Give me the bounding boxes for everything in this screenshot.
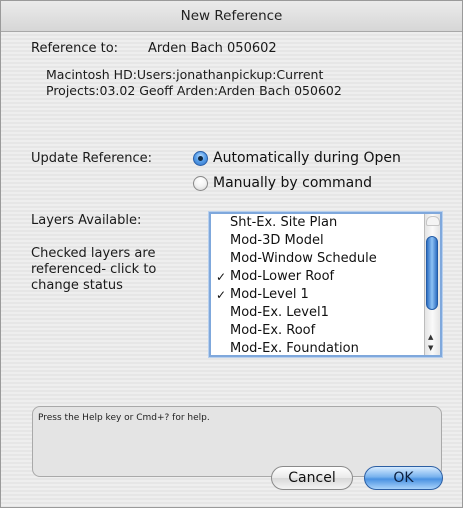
update-reference-label: Update Reference: [31, 151, 153, 166]
layer-item-label: Mod-3D Model [230, 233, 324, 248]
new-reference-dialog: New Reference Reference to: Arden Bach 0… [0, 0, 463, 508]
title-bar[interactable]: New Reference [1, 1, 462, 32]
layer-item-label: Mod-Ex. Foundation [230, 341, 359, 356]
layers-list[interactable]: Sht-Ex. Site Plan Mod-3D Model Mod-Windo… [209, 212, 442, 357]
scroll-up-arrow-icon[interactable]: ▲ [428, 333, 433, 341]
layer-item-label: Mod-Level 1 [230, 287, 309, 302]
reference-path-line1: Macintosh HD:Users:jonathanpickup:Curren… [46, 67, 324, 82]
cancel-button[interactable]: Cancel [271, 466, 353, 490]
layers-available-label: Layers Available: [31, 213, 142, 228]
checkmark-icon: ✓ [216, 288, 227, 302]
scroll-down-arrow-icon[interactable]: ▼ [428, 344, 433, 352]
scroll-track-cap [426, 216, 440, 226]
layer-item-label: Mod-Ex. Level1 [230, 305, 329, 320]
layer-item-sht-ex-site-plan[interactable]: Sht-Ex. Site Plan [211, 214, 440, 232]
layer-item-mod-ex-foundation[interactable]: Mod-Ex. Foundation [211, 340, 440, 356]
layer-item-label: Mod-Window Schedule [230, 251, 377, 266]
layer-item-mod-level-1[interactable]: ✓ Mod-Level 1 [211, 286, 440, 304]
ok-button[interactable]: OK [364, 466, 443, 490]
radio-unselected-icon [193, 175, 208, 191]
layers-scrollbar[interactable]: ▲ ▼ [424, 214, 440, 355]
dialog-body: Reference to: Arden Bach 050602 Macintos… [1, 32, 462, 507]
layer-item-mod-window-schedule[interactable]: Mod-Window Schedule [211, 250, 440, 268]
layer-item-label: Mod-Lower Roof [230, 269, 335, 284]
layers-hint-line3: change status [31, 278, 123, 293]
layer-item-mod-3d-model[interactable]: Mod-3D Model [211, 232, 440, 250]
layers-hint-line1: Checked layers are [31, 246, 156, 261]
scroll-thumb[interactable] [426, 236, 438, 310]
layer-item-label: Mod-Ex. Roof [230, 323, 316, 338]
radio-manually-by-command[interactable]: Manually by command [193, 175, 372, 191]
reference-to-label: Reference to: [31, 41, 119, 56]
layer-item-label: Sht-Ex. Site Plan [230, 215, 338, 230]
radio-automatically-label: Automatically during Open [213, 150, 401, 166]
radio-manually-label: Manually by command [213, 175, 372, 191]
layer-item-mod-ex-level1[interactable]: Mod-Ex. Level1 [211, 304, 440, 322]
layer-item-mod-lower-roof[interactable]: ✓ Mod-Lower Roof [211, 268, 440, 286]
reference-path-line2: Projects:03.02 Geoff Arden:Arden Bach 05… [46, 83, 342, 98]
checkmark-icon: ✓ [216, 270, 227, 284]
help-text: Press the Help key or Cmd+? for help. [38, 413, 210, 423]
radio-automatically-during-open[interactable]: Automatically during Open [193, 150, 401, 166]
layers-hint-line2: referenced- click to [31, 262, 157, 277]
reference-name: Arden Bach 050602 [148, 41, 277, 56]
layer-item-mod-ex-roof[interactable]: Mod-Ex. Roof [211, 322, 440, 340]
radio-selected-icon [193, 150, 208, 166]
window-title: New Reference [180, 8, 283, 24]
